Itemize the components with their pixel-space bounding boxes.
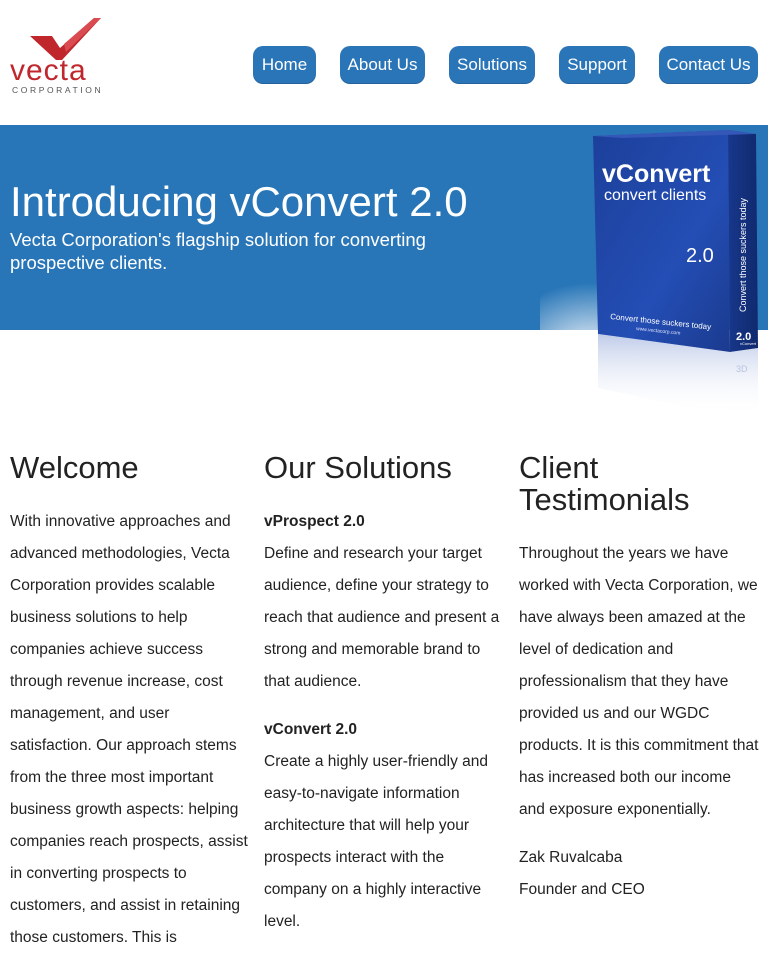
main-nav: Home About Us Solutions Support Contact … bbox=[0, 46, 768, 86]
svg-text:vConvert: vConvert bbox=[740, 341, 757, 346]
svg-text:2.0: 2.0 bbox=[686, 245, 714, 267]
solutions-column: Our Solutions vProspect 2.0 Define and r… bbox=[264, 452, 509, 938]
testimonials-column: Client Testimonials Throughout the years… bbox=[519, 452, 759, 906]
logo-subtitle: CORPORATION bbox=[12, 85, 103, 95]
testimonial-author: Zak Ruvalcaba bbox=[519, 849, 623, 866]
svg-text:3D: 3D bbox=[736, 364, 748, 374]
svg-text:convert clients: convert clients bbox=[604, 187, 706, 204]
svg-text:Convert those suckers today: Convert those suckers today bbox=[738, 197, 748, 312]
product-box-image: vConvert convert clients 2.0 Convert tho… bbox=[525, 126, 768, 426]
testimonials-heading: Client Testimonials bbox=[519, 450, 690, 517]
hero-title: Introducing vConvert 2.0 bbox=[10, 178, 468, 225]
nav-home-button[interactable]: Home bbox=[253, 46, 316, 84]
site-header: vecta CORPORATION Home About Us Solution… bbox=[0, 0, 768, 125]
nav-about-button[interactable]: About Us bbox=[340, 46, 425, 84]
nav-contact-button[interactable]: Contact Us bbox=[659, 46, 758, 84]
solution-title: vConvert 2.0 bbox=[264, 721, 358, 738]
testimonial-role: Founder and CEO bbox=[519, 881, 645, 898]
solution-title: vProspect 2.0 bbox=[264, 513, 365, 530]
solution-description: Create a highly user-friendly and easy-t… bbox=[264, 753, 489, 930]
testimonial-quote: Throughout the years we have worked with… bbox=[519, 545, 759, 818]
hero-subtitle: Vecta Corporation's flagship solution fo… bbox=[10, 229, 426, 273]
nav-support-button[interactable]: Support bbox=[559, 46, 635, 84]
nav-solutions-button[interactable]: Solutions bbox=[449, 46, 535, 84]
welcome-column: Welcome With innovative approaches and a… bbox=[10, 452, 255, 954]
solutions-heading: Our Solutions bbox=[264, 450, 452, 485]
solution-description: Define and research your target audience… bbox=[264, 545, 500, 690]
welcome-heading: Welcome bbox=[10, 450, 139, 485]
welcome-body: With innovative approaches and advanced … bbox=[10, 513, 248, 946]
svg-text:vConvert: vConvert bbox=[602, 160, 711, 188]
